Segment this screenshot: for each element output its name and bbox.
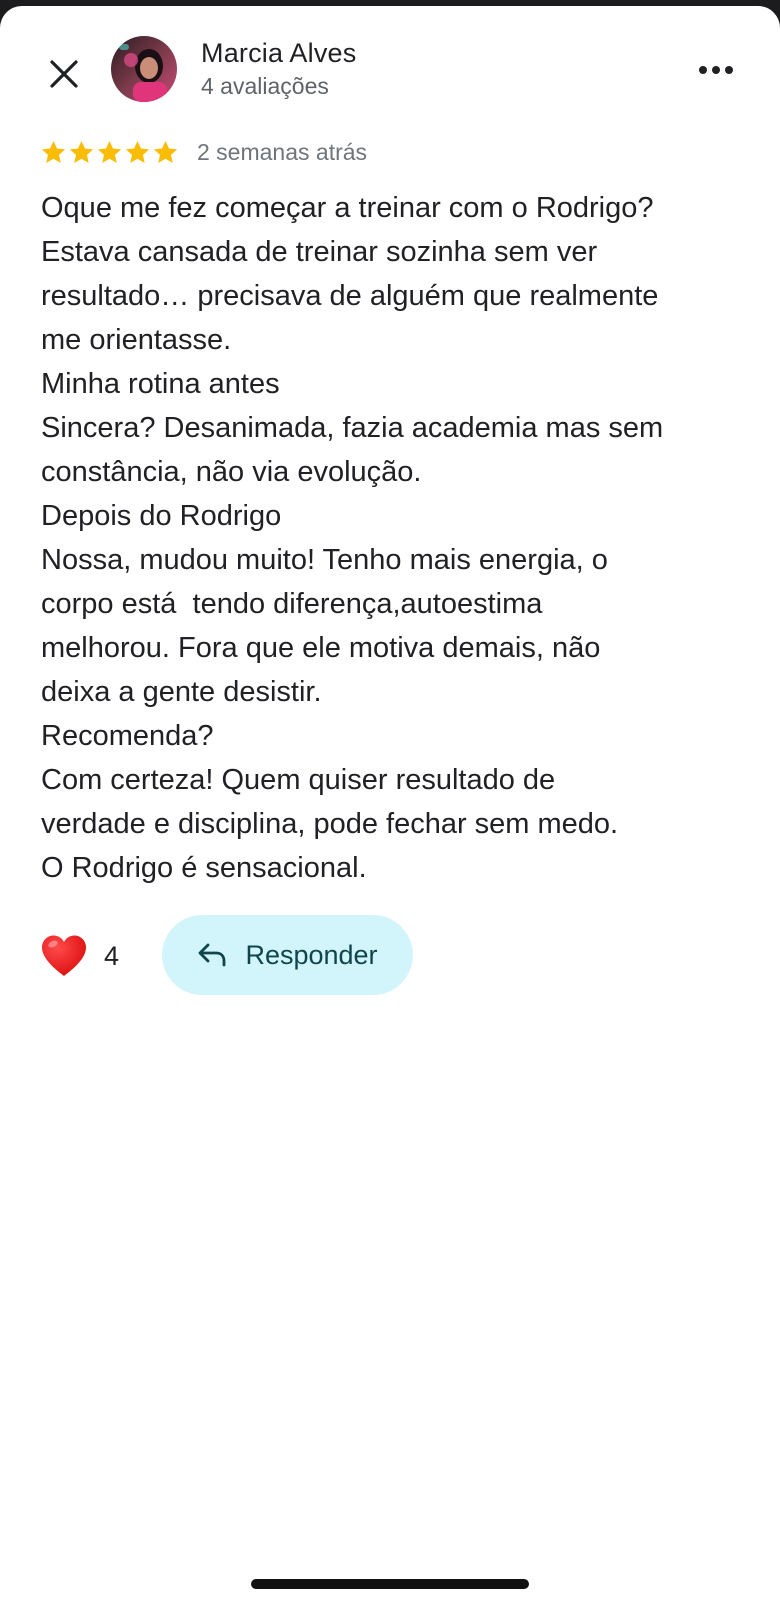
rating-row: 2 semanas atrás [40, 136, 367, 168]
review-detail-sheet: Marcia Alves 4 avaliações 2 semanas atrá… [0, 6, 780, 1600]
star-icon [153, 140, 178, 163]
reply-icon [199, 943, 226, 967]
author-review-count: 4 avaliações [201, 73, 329, 99]
star-icon [69, 140, 94, 163]
star-icon [97, 140, 122, 163]
star-icon [125, 140, 150, 163]
more-options-button[interactable] [690, 50, 742, 90]
review-text: Oque me fez começar a treinar com o Rodr… [41, 192, 664, 884]
reply-label: Responder [245, 939, 378, 970]
author-name[interactable]: Marcia Alves [201, 38, 356, 69]
star-rating [40, 139, 179, 166]
review-date: 2 semanas atrás [197, 138, 368, 165]
like-button[interactable]: 4 [40, 930, 119, 982]
close-button[interactable] [42, 52, 86, 96]
more-horizontal-icon [699, 66, 733, 74]
home-indicator[interactable] [251, 1579, 529, 1589]
like-count: 4 [104, 940, 120, 971]
heart-icon [42, 935, 86, 976]
reply-button[interactable]: Responder [162, 915, 413, 995]
star-icon [41, 140, 66, 163]
avatar[interactable] [111, 36, 177, 102]
close-icon [50, 60, 78, 88]
